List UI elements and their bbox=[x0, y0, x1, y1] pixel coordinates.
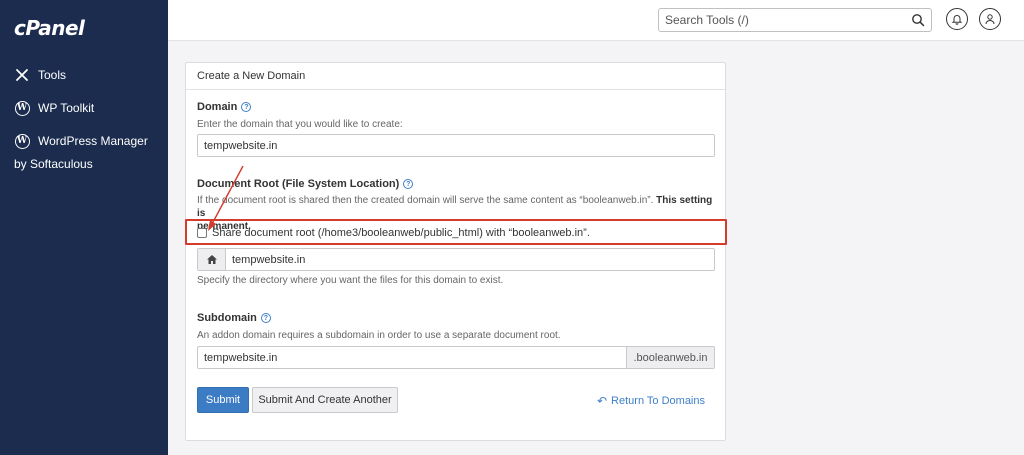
docroot-hint: Specify the directory where you want the… bbox=[197, 275, 504, 286]
submit-and-create-another-button[interactable]: Submit And Create Another bbox=[252, 387, 398, 413]
docroot-label: Document Root (File System Location) bbox=[197, 178, 400, 190]
docroot-input[interactable] bbox=[198, 249, 714, 270]
submit-button[interactable]: Submit bbox=[197, 387, 249, 413]
domain-label: Domain bbox=[197, 101, 238, 113]
subdomain-label-row: Subdomain ? bbox=[197, 312, 271, 324]
docroot-label-row: Document Root (File System Location) ? bbox=[197, 178, 414, 190]
cpanel-logo[interactable]: cPanel bbox=[14, 16, 85, 40]
docroot-description-text: If the document root is shared then the … bbox=[197, 195, 654, 206]
sidebar-item-sublabel[interactable]: by Softaculous bbox=[14, 156, 93, 172]
sidebar-item-wordpress-manager[interactable]: W WordPress Manager bbox=[14, 133, 148, 152]
notifications-button[interactable] bbox=[946, 8, 968, 30]
subdomain-field[interactable]: .booleanweb.in bbox=[197, 346, 715, 369]
subdomain-description: An addon domain requires a subdomain in … bbox=[197, 330, 561, 341]
help-icon[interactable]: ? bbox=[260, 313, 271, 323]
help-icon[interactable]: ? bbox=[241, 102, 252, 112]
annotation-highlight-box bbox=[185, 219, 727, 245]
panel-title: Create a New Domain bbox=[186, 63, 725, 90]
return-arrow-icon: ↶ bbox=[596, 394, 608, 408]
search-icon[interactable] bbox=[911, 13, 925, 27]
subdomain-suffix: .booleanweb.in bbox=[626, 347, 714, 368]
sidebar-item-label: WP Toolkit bbox=[38, 101, 95, 115]
user-icon bbox=[985, 14, 995, 25]
subdomain-label: Subdomain bbox=[197, 312, 257, 324]
help-icon[interactable]: ? bbox=[403, 179, 414, 189]
wordpress-icon: W bbox=[14, 100, 30, 116]
sidebar-item-wp-toolkit[interactable]: W WP Toolkit bbox=[14, 100, 94, 116]
domain-input[interactable] bbox=[198, 135, 714, 156]
search-box[interactable] bbox=[658, 8, 932, 32]
wordpress-icon: W bbox=[14, 133, 30, 149]
sidebar: cPanel Tools W WP Toolkit W WordPress Ma… bbox=[0, 0, 168, 455]
docroot-field[interactable] bbox=[197, 248, 715, 271]
subdomain-input[interactable] bbox=[198, 347, 626, 368]
sidebar-item-tools[interactable]: Tools bbox=[14, 67, 66, 83]
return-to-domains-label[interactable]: Return To Domains bbox=[611, 395, 705, 407]
tools-icon bbox=[14, 67, 30, 83]
return-to-domains-link[interactable]: ↶ Return To Domains bbox=[597, 394, 705, 408]
create-domain-panel: Create a New Domain Domain ? Enter the d… bbox=[185, 62, 726, 441]
home-icon bbox=[198, 249, 226, 270]
domain-description: Enter the domain that you would like to … bbox=[197, 119, 403, 130]
sidebar-item-label: Tools bbox=[38, 68, 67, 82]
domain-label-row: Domain ? bbox=[197, 101, 252, 113]
sidebar-item-label: WordPress Manager bbox=[38, 134, 148, 148]
bell-icon bbox=[951, 15, 963, 25]
domain-field[interactable] bbox=[197, 134, 715, 157]
user-menu-button[interactable] bbox=[979, 8, 1001, 30]
top-header bbox=[168, 0, 1024, 41]
search-input[interactable] bbox=[659, 9, 899, 31]
